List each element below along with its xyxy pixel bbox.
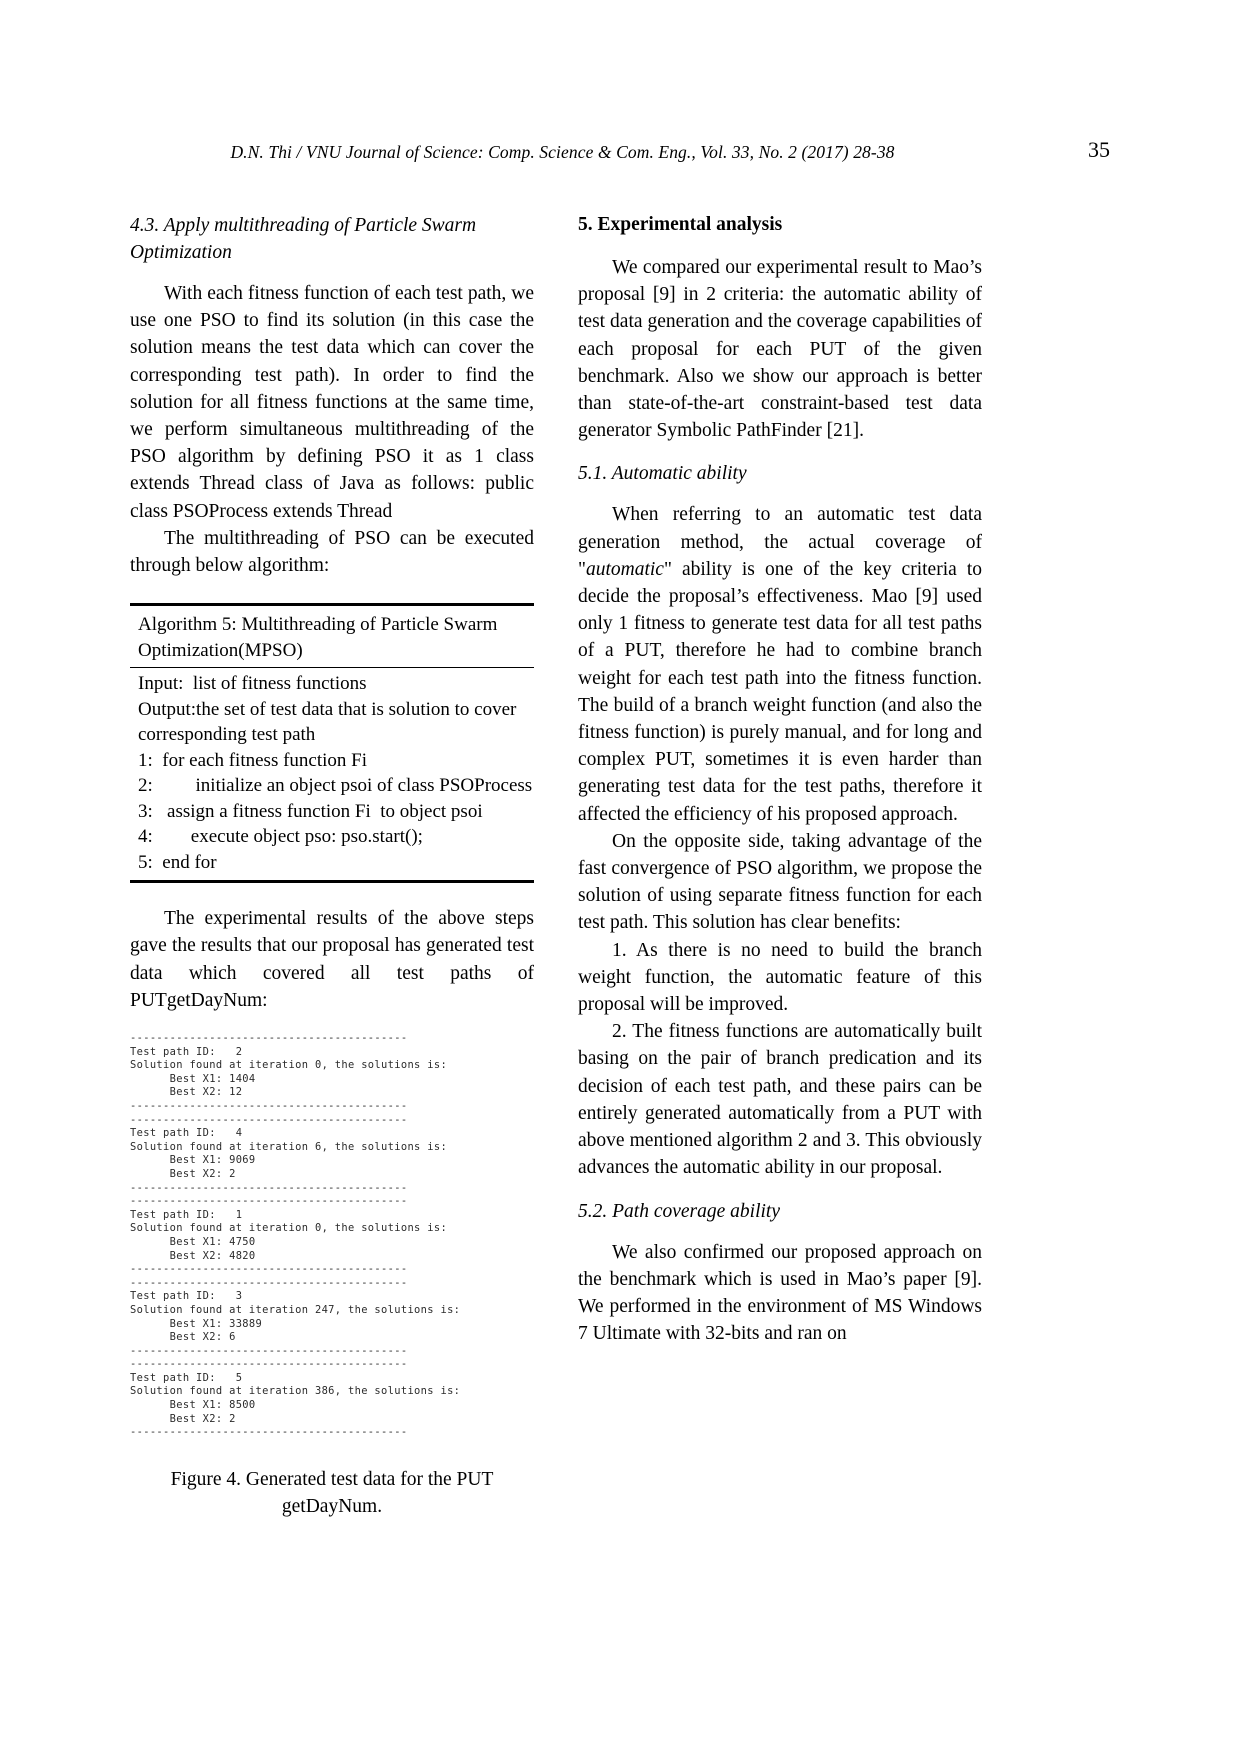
benefit-item-2: 2. The fitness functions are automatical…	[578, 1021, 982, 1179]
running-head-citation: D.N. Thi / VNU Journal of Science: Comp.…	[230, 142, 895, 162]
algorithm-line: Input: list of fitness functions	[138, 673, 367, 695]
paragraph-text-post: " ability is one of the key criteria to …	[578, 558, 982, 825]
heading-5-2-path-coverage-ability: 5.2. Path coverage ability	[578, 1200, 780, 1222]
algorithm-line: 4: execute object pso: pso.start();	[138, 826, 423, 848]
paragraph-with-each-fitness: With each fitness function of each test …	[130, 283, 534, 522]
paragraph-multithreading-executed: The multithreading of PSO can be execute…	[130, 527, 534, 577]
running-head: D.N. Thi / VNU Journal of Science: Comp.…	[130, 137, 1110, 165]
benefit-item-1: 1. As there is no need to build the bran…	[578, 939, 982, 1016]
emphasis-automatic: automatic	[585, 558, 664, 580]
left-column: 4.3. Apply multithreading of Particle Sw…	[130, 212, 534, 1520]
algorithm-5-box: Algorithm 5: Multithreading of Particle …	[130, 603, 534, 884]
paper-page: D.N. Thi / VNU Journal of Science: Comp.…	[0, 0, 1240, 1753]
figure-4-console-output: ----------------------------------------…	[130, 1032, 461, 1439]
figure-4-caption: Figure 4. Generated test data for the PU…	[170, 1468, 494, 1517]
algorithm-line: 3: assign a fitness function Fi to objec…	[138, 800, 483, 822]
algorithm-title: Algorithm 5: Multithreading of Particle …	[130, 606, 534, 669]
heading-5-experimental-analysis: 5. Experimental analysis	[578, 214, 783, 235]
algorithm-line: 5: end for	[138, 851, 217, 873]
paragraph-experimental-results: The experimental results of the above st…	[130, 908, 534, 1011]
algorithm-line: 1: for each fitness function Fi	[138, 749, 368, 771]
paragraph-when-referring: When referring to an automatic test data…	[578, 501, 982, 827]
paragraph-opposite-side: On the opposite side, taking advantage o…	[578, 830, 982, 934]
heading-4-3: 4.3. Apply multithreading of Particle Sw…	[130, 215, 477, 263]
page-number: 35	[1088, 137, 1110, 162]
right-column: 5. Experimental analysis We compared our…	[578, 212, 982, 1347]
algorithm-line: 2: initialize an object psoi of class PS…	[138, 775, 533, 797]
paragraph-we-compared: We compared our experimental result to M…	[578, 257, 982, 442]
heading-5-1-automatic-ability: 5.1. Automatic ability	[578, 463, 747, 485]
algorithm-line: Output:the set of test data that is solu…	[138, 698, 522, 746]
algorithm-lines: Input: list of fitness functions Output:…	[130, 668, 534, 880]
paragraph-also-confirmed: We also confirmed our proposed approach …	[578, 1241, 982, 1345]
